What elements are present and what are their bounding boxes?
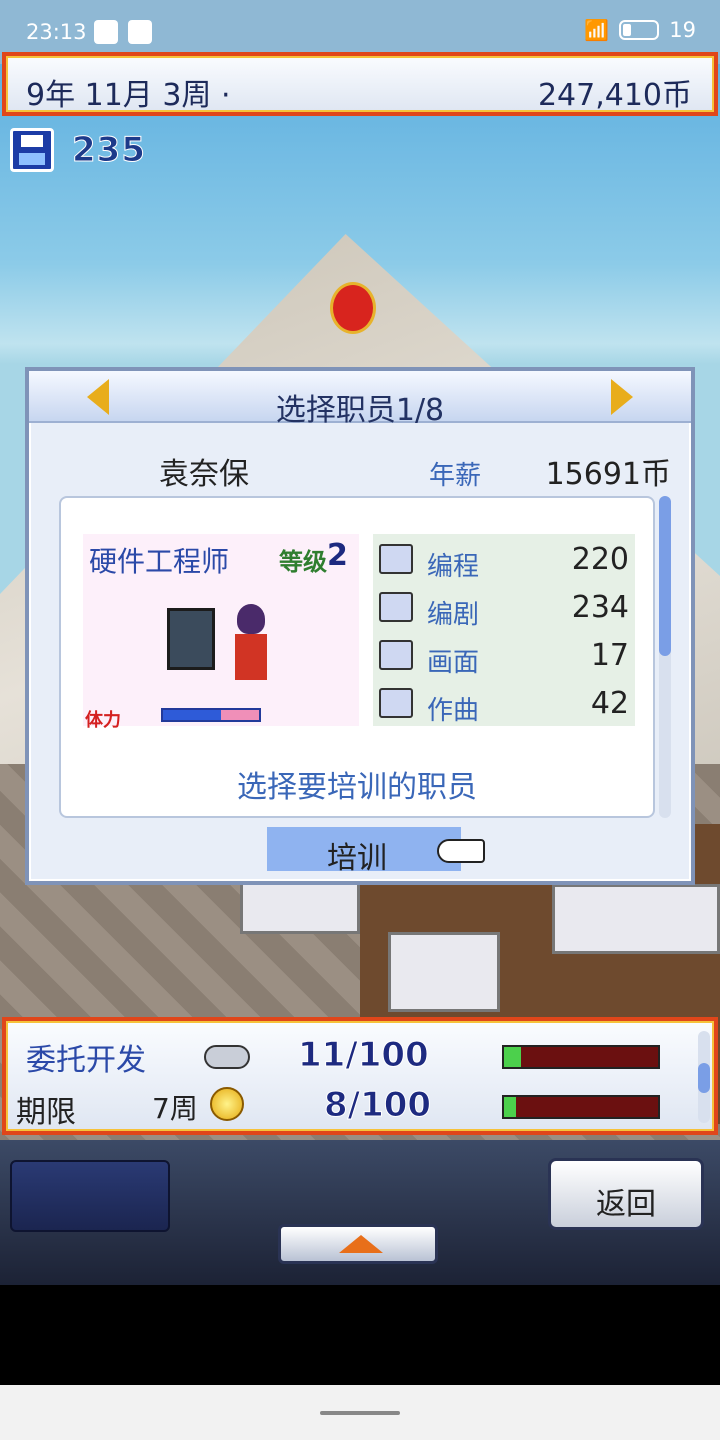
dialog-title: 选择职员1/8	[275, 393, 445, 428]
notification-icon	[94, 20, 118, 44]
battery-icon	[619, 20, 660, 40]
stat-row: 作曲 42	[373, 678, 635, 726]
expand-up-button[interactable]	[278, 1224, 438, 1264]
panel-scrollbar[interactable]	[659, 496, 671, 818]
stamina-bar	[161, 708, 261, 722]
progress-bar-1	[502, 1045, 660, 1069]
level-label: 等级	[279, 548, 327, 576]
stat-row: 编剧 234	[373, 582, 635, 630]
stat-name: 画面	[427, 648, 480, 678]
employee-name: 袁奈保	[159, 457, 249, 492]
project-panel[interactable]: 委托开发 11/100 期限 7周 8/100	[2, 1017, 718, 1135]
employee-card: 硬件工程师 等级 2 体力	[83, 534, 359, 731]
progress-text-1: 11/100	[298, 1035, 430, 1076]
stat-row: 画面 17	[373, 630, 635, 678]
pointer-hand-icon	[437, 839, 485, 863]
dialog-header: 选择职员1/8	[29, 371, 691, 428]
stat-value: 42	[590, 686, 629, 721]
menu-button[interactable]	[10, 1160, 170, 1232]
stat-value: 17	[590, 638, 629, 673]
back-button-label: 返回	[596, 1187, 656, 1222]
stat-value: 220	[571, 542, 629, 577]
system-nav-bar	[0, 1385, 720, 1440]
battery-level: 19	[669, 18, 696, 42]
office-desk	[552, 884, 720, 954]
wifi-icon: 📶	[584, 18, 610, 42]
up-arrow-icon	[339, 1235, 383, 1253]
train-button[interactable]: 培训	[267, 827, 461, 876]
progress-text-2: 8/100	[323, 1085, 432, 1126]
money-display: 247,410币	[537, 78, 692, 113]
status-right: 📶 19	[584, 18, 696, 42]
level-value: 2	[327, 538, 348, 573]
book-icon	[379, 592, 413, 622]
save-count: 235	[72, 130, 146, 171]
lantern-icon	[330, 282, 376, 334]
stat-value: 234	[571, 590, 629, 625]
game-date: 9年 11月 3周 ·	[26, 78, 231, 113]
bottom-controls: 返回	[0, 1140, 720, 1285]
hint-text: 选择要培训的职员	[237, 770, 477, 805]
back-button[interactable]: 返回	[548, 1158, 704, 1230]
stat-name: 编剧	[427, 600, 480, 630]
office-desk	[388, 932, 500, 1012]
top-hud: 9年 11月 3周 · 247,410币	[2, 52, 718, 116]
stats-panel: 编程 220 编剧 234 画面 17 作曲 42	[373, 534, 635, 726]
home-indicator[interactable]	[320, 1411, 400, 1415]
employee-avatar	[231, 604, 271, 690]
employee-panel[interactable]: 硬件工程师 等级 2 体力 编程 220 编剧 234 画面 17 作曲 42 …	[59, 496, 655, 818]
stat-name: 编程	[427, 552, 480, 582]
deadline-label: 期限	[16, 1095, 76, 1130]
stat-row: 编程 220	[373, 534, 635, 582]
salary-value: 15691币	[545, 457, 671, 492]
next-arrow-icon[interactable]	[611, 379, 633, 415]
stamina-label: 体力	[85, 710, 121, 731]
computer-icon	[379, 544, 413, 574]
deadline-weeks: 7周	[152, 1092, 198, 1125]
workstation-icon	[167, 608, 215, 670]
progress-bar-2	[502, 1095, 660, 1119]
project-scrollbar[interactable]	[698, 1031, 710, 1123]
coin-icon	[210, 1087, 244, 1121]
music-icon	[379, 688, 413, 718]
paint-icon	[379, 640, 413, 670]
mail-icon	[128, 20, 152, 44]
status-time: 23:13	[26, 20, 87, 44]
project-title: 委托开发	[26, 1043, 146, 1078]
job-title: 硬件工程师	[89, 545, 230, 578]
save-icon[interactable]	[10, 128, 54, 172]
train-button-label: 培训	[327, 841, 387, 876]
salary-label: 年薪	[429, 461, 482, 491]
gamepad-icon	[204, 1045, 250, 1069]
stat-name: 作曲	[427, 696, 480, 726]
select-staff-dialog: 选择职员1/8 袁奈保 年薪 15691币 硬件工程师 等级 2 体力 编程 2…	[25, 367, 695, 885]
